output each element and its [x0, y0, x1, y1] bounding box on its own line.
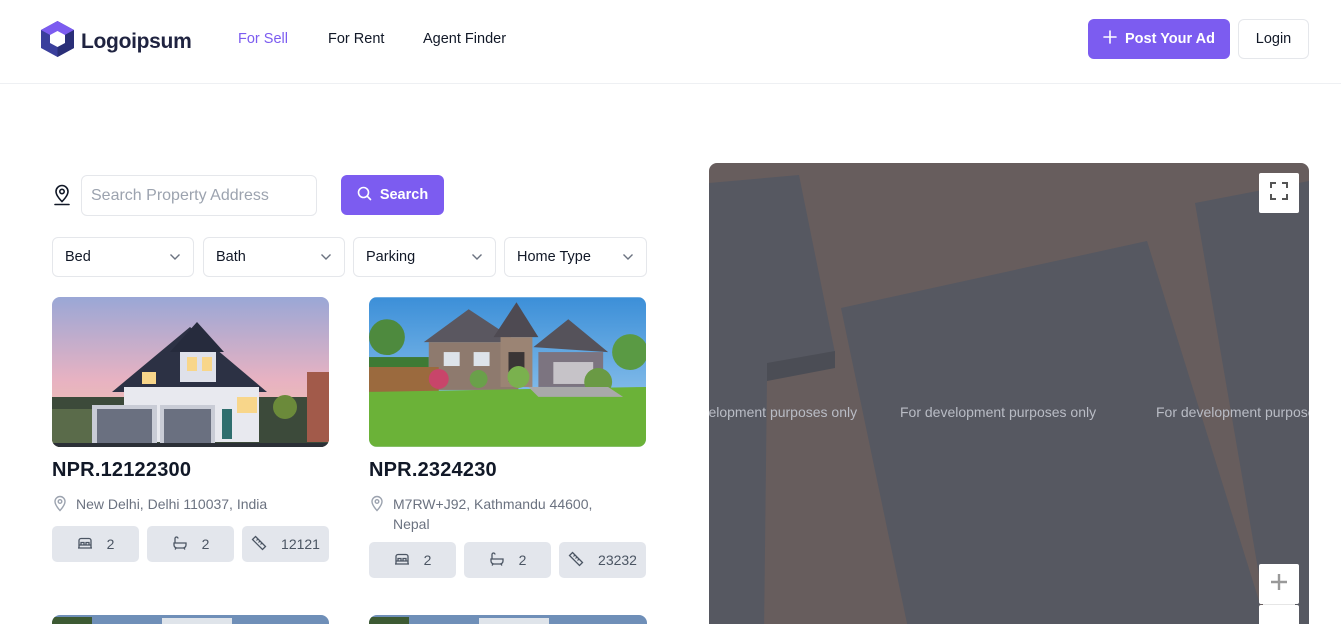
listing-price: NPR.12122300 — [52, 459, 192, 481]
minus-icon — [1270, 617, 1288, 624]
property-card-partial[interactable] — [52, 615, 329, 624]
bed-icon — [394, 552, 410, 569]
area-value: 23232 — [598, 552, 637, 568]
zoom-out-button[interactable] — [1259, 605, 1299, 624]
beds-count: 2 — [423, 552, 432, 568]
map-watermark: For development purposes only — [1156, 404, 1309, 420]
nav-for-sell[interactable]: For Sell — [238, 31, 288, 47]
bed-icon — [77, 536, 93, 553]
beds-chip: 2 — [52, 526, 139, 562]
listing-features: 2 2 12121 — [52, 526, 330, 562]
location-pin-icon — [369, 495, 385, 534]
filter-home-type[interactable]: Home Type — [504, 237, 647, 277]
filter-parking-label: Parking — [366, 249, 416, 265]
property-card[interactable]: NPR.2324230 M7RW+J92, Kathmandu 44600, N… — [369, 297, 647, 578]
logo-text: Logoipsum — [81, 29, 192, 53]
nav-agent-finder[interactable]: Agent Finder — [423, 31, 506, 47]
filter-bed[interactable]: Bed — [52, 237, 194, 277]
logo[interactable]: Logoipsum — [40, 20, 192, 63]
zoom-in-button[interactable] — [1259, 564, 1299, 604]
area-chip: 12121 — [242, 526, 329, 562]
bath-icon — [489, 551, 505, 569]
baths-count: 2 — [518, 552, 527, 568]
baths-count: 2 — [201, 536, 210, 552]
plus-icon — [1103, 30, 1117, 48]
ruler-icon — [251, 535, 267, 554]
map-pin-icon — [52, 184, 72, 211]
location-pin-icon — [52, 495, 68, 518]
filter-home-type-label: Home Type — [517, 249, 591, 265]
login-button[interactable]: Login — [1238, 19, 1309, 59]
chevron-down-icon — [169, 249, 181, 265]
filter-bath[interactable]: Bath — [203, 237, 345, 277]
baths-chip: 2 — [147, 526, 234, 562]
search-icon — [357, 186, 372, 205]
filter-parking[interactable]: Parking — [353, 237, 496, 277]
chevron-down-icon — [320, 249, 332, 265]
search-button-label: Search — [379, 187, 429, 203]
area-chip: 23232 — [559, 542, 646, 578]
beds-count: 2 — [106, 536, 115, 552]
property-card-partial[interactable] — [369, 615, 647, 624]
fullscreen-icon — [1270, 181, 1288, 205]
property-photo[interactable] — [369, 297, 646, 447]
listing-features: 2 2 23232 — [369, 542, 647, 578]
filter-bed-label: Bed — [65, 249, 91, 265]
property-photo[interactable] — [52, 297, 329, 447]
bath-icon — [172, 535, 188, 553]
map-tiles — [709, 175, 1309, 624]
chevron-down-icon — [471, 249, 483, 265]
map-view[interactable]: For development purposes only For develo… — [709, 163, 1309, 624]
listing-address: M7RW+J92, Kathmandu 44600, Nepal — [369, 494, 647, 534]
filter-bath-label: Bath — [216, 249, 246, 265]
map-watermark: For development purposes only — [900, 404, 1097, 420]
map-watermark: For development purposes only — [709, 404, 858, 420]
property-card[interactable]: NPR.12122300 New Delhi, Delhi 110037, In… — [52, 297, 330, 562]
baths-chip: 2 — [464, 542, 551, 578]
area-value: 12121 — [281, 536, 320, 552]
ruler-icon — [568, 551, 584, 570]
post-your-ad-button[interactable]: Post Your Ad — [1088, 19, 1230, 59]
listing-address-text: M7RW+J92, Kathmandu 44600, Nepal — [393, 496, 593, 532]
chevron-down-icon — [622, 249, 634, 265]
listing-price: NPR.2324230 — [369, 459, 497, 481]
top-navbar: Logoipsum For Sell For Rent Agent Finder… — [0, 0, 1341, 84]
beds-chip: 2 — [369, 542, 456, 578]
listing-address-text: New Delhi, Delhi 110037, India — [76, 496, 268, 512]
fullscreen-button[interactable] — [1259, 173, 1299, 213]
plus-icon — [1270, 573, 1288, 596]
post-your-ad-label: Post Your Ad — [1125, 31, 1215, 47]
nav-for-rent[interactable]: For Rent — [328, 31, 384, 47]
logo-icon — [40, 20, 75, 63]
search-input[interactable] — [81, 175, 317, 216]
search-button[interactable]: Search — [341, 175, 444, 215]
listing-address: New Delhi, Delhi 110037, India — [52, 494, 330, 518]
